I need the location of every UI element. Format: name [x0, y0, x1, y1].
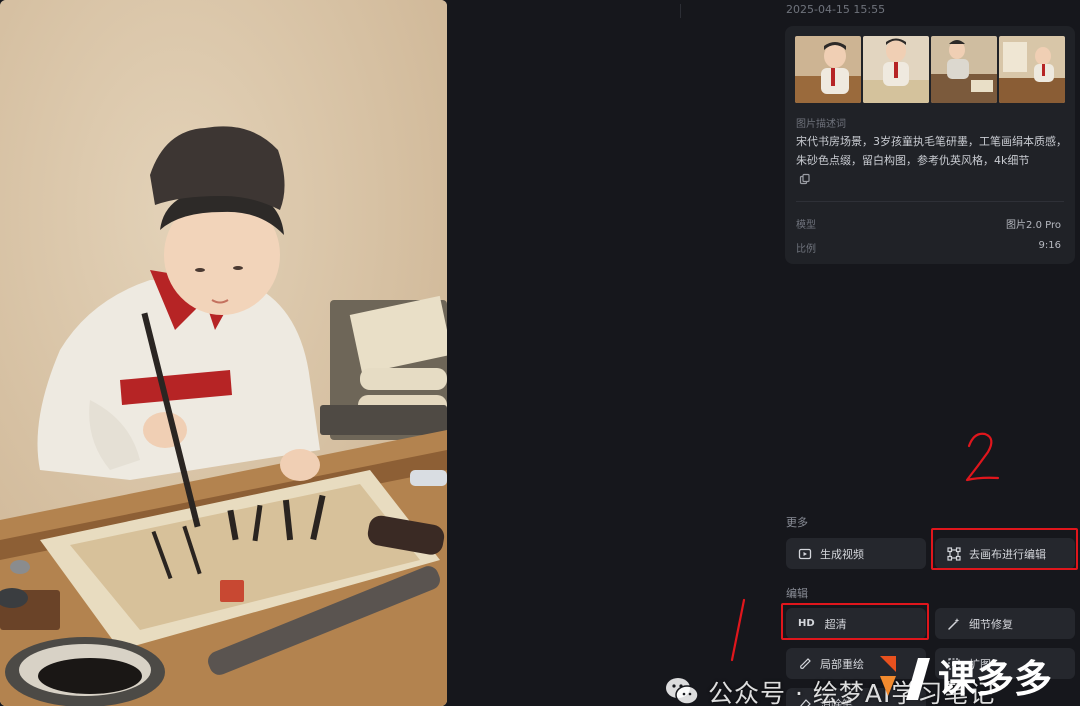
- wechat-icon: [666, 678, 699, 705]
- brush-icon: [800, 657, 811, 669]
- ratio-label: 比例: [796, 244, 816, 255]
- upscale-button[interactable]: HD 超清: [786, 608, 926, 639]
- magic-wand-icon: [948, 617, 960, 630]
- copy-icon[interactable]: [799, 173, 811, 185]
- annotation-1: [730, 598, 746, 662]
- ratio-value: 9:16: [1038, 240, 1061, 251]
- generate-video-button[interactable]: 生成视频: [786, 538, 926, 569]
- thumbnail-strip: [795, 36, 1065, 103]
- card-divider: [796, 201, 1064, 202]
- detail-fix-button[interactable]: 细节修复: [935, 608, 1075, 639]
- timestamp: 2025-04-15 15:55: [786, 3, 886, 16]
- detail-fix-label: 细节修复: [969, 617, 1013, 631]
- hd-icon: HD: [798, 618, 815, 629]
- model-value: 图片2.0 Pro: [1006, 220, 1061, 231]
- divider: [680, 4, 681, 18]
- thumbnail-1[interactable]: [795, 36, 861, 103]
- canvas-edit-label: 去画布进行编辑: [969, 547, 1046, 561]
- thumbnail-2[interactable]: [863, 36, 929, 103]
- annotation-2: [965, 432, 1000, 482]
- description-label: 图片描述词: [796, 119, 846, 130]
- thumbnail-4[interactable]: [999, 36, 1065, 103]
- video-icon: [798, 548, 812, 559]
- inpaint-label: 局部重绘: [820, 657, 864, 671]
- edit-section-label: 编辑: [786, 587, 808, 600]
- generate-video-label: 生成视频: [820, 547, 864, 561]
- canvas-icon: [947, 546, 961, 561]
- upscale-label: 超清: [824, 617, 847, 631]
- thumbnail-3[interactable]: [931, 36, 997, 103]
- model-row: 模型 图片2.0 Pro: [796, 216, 1061, 231]
- more-section-label: 更多: [786, 516, 808, 529]
- canvas-edit-button[interactable]: 去画布进行编辑: [935, 538, 1075, 569]
- ratio-row: 比例 9:16: [796, 240, 1061, 255]
- image-info-card: 图片描述词 宋代书房场景，3岁孩童执毛笔研墨，工笔画绢本质感，朱砂色点缀，留白构…: [785, 26, 1075, 264]
- description-text: 宋代书房场景，3岁孩童执毛笔研墨，工笔画绢本质感，朱砂色点缀，留白构图，参考仇英…: [796, 135, 1067, 167]
- generated-image[interactable]: [0, 0, 447, 706]
- kedd-logo: 课多多: [880, 656, 1052, 701]
- logo-text: 课多多: [938, 657, 1052, 701]
- model-label: 模型: [796, 220, 816, 231]
